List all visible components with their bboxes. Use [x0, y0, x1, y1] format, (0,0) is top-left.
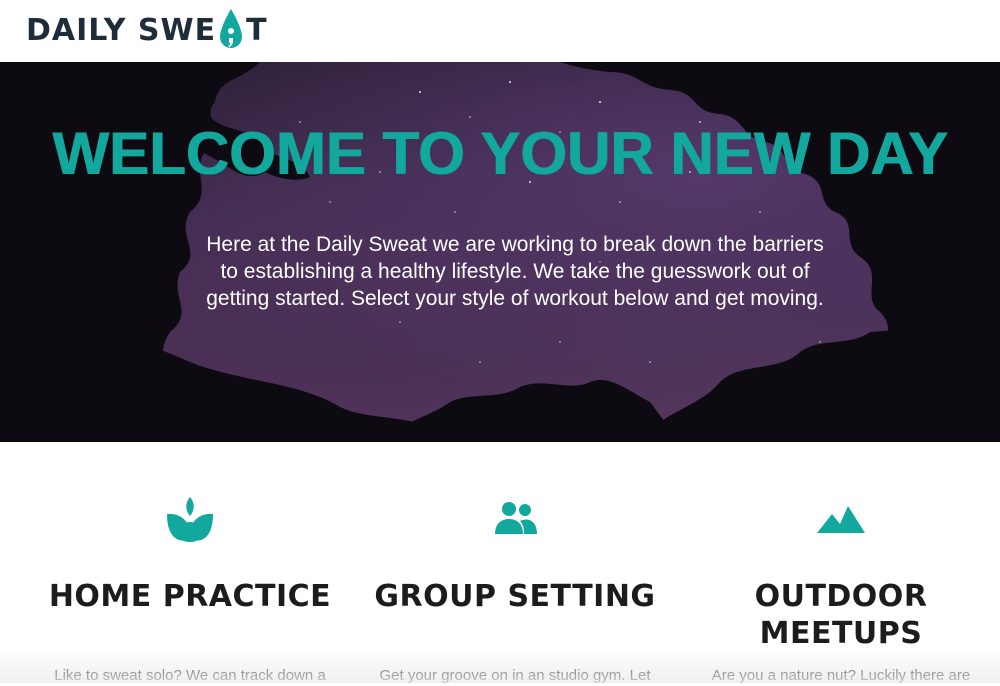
mountain-icon	[817, 506, 865, 533]
feature-text: Like to sweat solo? We can track down a	[54, 667, 326, 684]
feature-text: Get your groove on in an studio gym. Let	[379, 667, 651, 684]
workout-styles: HOME PRACTICE Like to sweat solo? We can…	[0, 442, 1000, 684]
logo[interactable]: DAILY SWE T	[26, 6, 268, 54]
feature-text: Are you a nature nut? Luckily there are	[711, 667, 971, 684]
people-icon	[495, 502, 537, 534]
logo-text-start: DAILY SWE	[26, 12, 217, 48]
sprout-icon	[167, 497, 213, 542]
hero-title: WELCOME TO YOUR NEW DAY	[52, 120, 948, 187]
logo-text-end: T	[246, 12, 268, 48]
site-header: DAILY SWE T	[0, 0, 1000, 62]
hero-description: Here at the Daily Sweat we are working t…	[206, 233, 824, 310]
feature-title: HOME PRACTICE	[48, 579, 332, 614]
hero-banner: WELCOME TO YOUR NEW DAY Here at the Dail…	[0, 62, 1000, 442]
sweat-drop-icon	[220, 9, 243, 48]
feature-title: OUTDOOR MEETUPS	[754, 579, 928, 651]
feature-title: GROUP SETTING	[374, 579, 656, 614]
